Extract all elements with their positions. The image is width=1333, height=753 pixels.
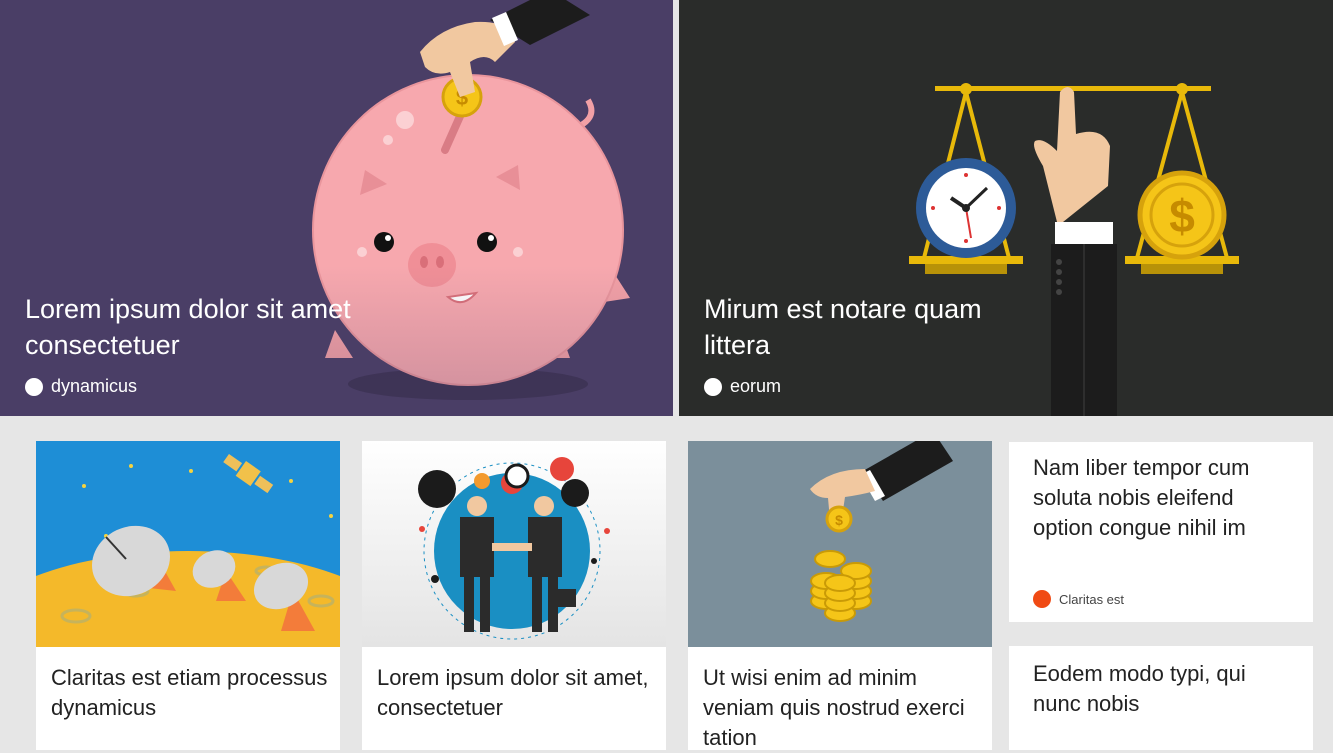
satellite-dish-icon	[36, 441, 340, 647]
hero-card-left[interactable]: $ Lorem ipsum dolor sit amet consectetue…	[0, 0, 673, 416]
article-card[interactable]: $ Ut wisi enim ad minim veniam quis nost…	[688, 441, 992, 750]
article-thumbnail[interactable]: $	[688, 441, 992, 647]
article-thumbnail[interactable]	[36, 441, 340, 647]
svg-text:$: $	[1169, 190, 1195, 242]
coins-icon: $	[688, 441, 992, 647]
hero-left-title[interactable]: Lorem ipsum dolor sit amet consectetuer	[25, 291, 425, 363]
svg-text:$: $	[835, 512, 843, 528]
article-title[interactable]: Claritas est etiam processus dynamicus	[51, 663, 331, 723]
author-dot	[704, 377, 722, 396]
article-title[interactable]: Ut wisi enim ad minim veniam quis nostru…	[703, 663, 983, 753]
hero-right-title[interactable]: Mirum est notare quam littera	[704, 291, 1024, 363]
article-author[interactable]: Claritas est	[1059, 592, 1124, 607]
article-title[interactable]: Eodem modo typi, qui nunc nobis	[1033, 659, 1293, 719]
article-meta: Claritas est	[1033, 590, 1124, 608]
hero-left-meta: dynamicus	[25, 376, 137, 397]
hero-right-meta: eorum	[704, 376, 781, 397]
handshake-icon	[362, 441, 666, 647]
hero-left-author[interactable]: dynamicus	[51, 376, 137, 397]
category-dot	[1033, 590, 1051, 608]
article-card[interactable]: Lorem ipsum dolor sit amet, consectetuer	[362, 441, 666, 750]
author-dot	[25, 377, 43, 396]
text-article-card[interactable]: Nam liber tempor cum soluta nobis eleife…	[1009, 442, 1313, 622]
text-article-card[interactable]: Eodem modo typi, qui nunc nobis	[1009, 646, 1313, 750]
article-card[interactable]: Claritas est etiam processus dynamicus	[36, 441, 340, 750]
hero-card-right[interactable]: $ Mirum est notare quam littera eorum	[679, 0, 1333, 416]
article-title[interactable]: Lorem ipsum dolor sit amet, consectetuer	[377, 663, 657, 723]
article-title[interactable]: Nam liber tempor cum soluta nobis eleife…	[1033, 453, 1293, 543]
article-thumbnail[interactable]	[362, 441, 666, 647]
hero-right-author[interactable]: eorum	[730, 376, 781, 397]
